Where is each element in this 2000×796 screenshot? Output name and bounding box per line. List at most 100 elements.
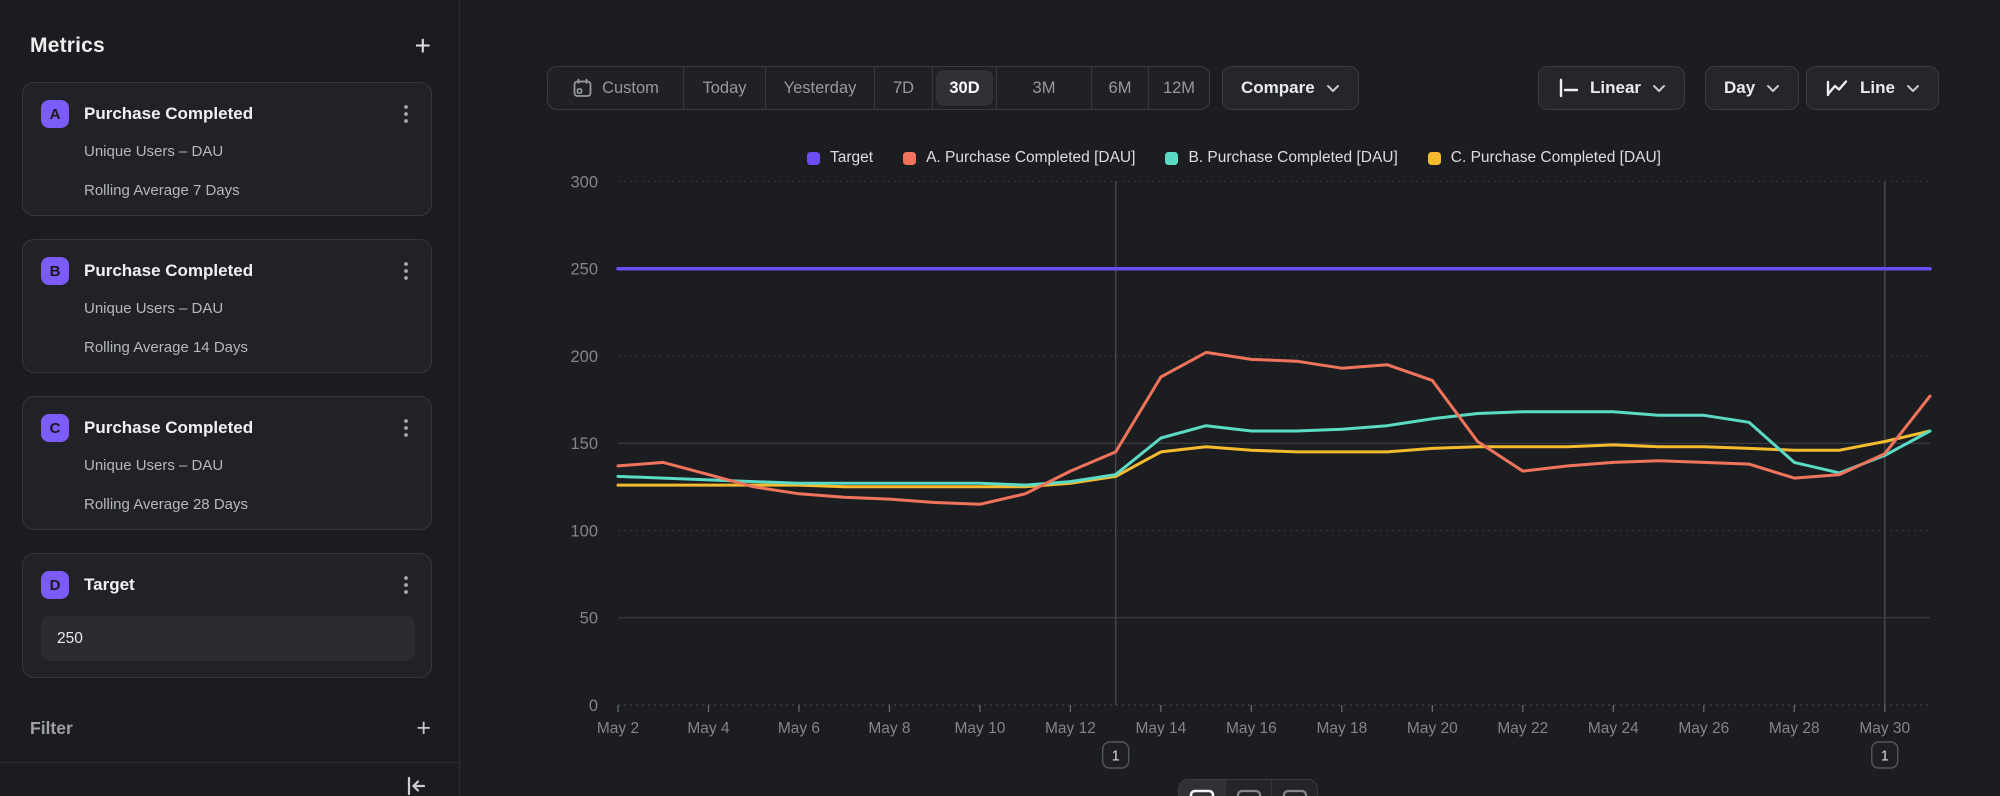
metric-title: Purchase Completed xyxy=(84,418,253,438)
range-option-label: 3M xyxy=(1033,79,1056,98)
interval-selector-button[interactable]: Day xyxy=(1705,66,1799,110)
x-axis-label: May 6 xyxy=(778,720,820,737)
metric-options-button[interactable] xyxy=(399,101,413,127)
date-range-selector: Custom Today Yesterday 7D 30D 3M 6M 12M xyxy=(547,66,1210,110)
svg-text:1: 1 xyxy=(1881,749,1889,765)
compare-label: Compare xyxy=(1241,78,1315,98)
add-metric-button[interactable]: + xyxy=(415,32,431,60)
metric-card-a[interactable]: APurchase CompletedUnique Users – DAURol… xyxy=(22,82,432,216)
chart-view-button[interactable] xyxy=(1179,780,1225,796)
range-option-label: Yesterday xyxy=(784,79,857,98)
metric-badge: B xyxy=(41,257,69,285)
metric-title: Purchase Completed xyxy=(84,261,253,281)
target-value-input[interactable] xyxy=(41,616,415,661)
range-option-3m[interactable]: 3M xyxy=(996,67,1091,109)
metric-title: Target xyxy=(84,575,135,595)
metric-title: Purchase Completed xyxy=(84,104,253,124)
split-view-button[interactable] xyxy=(1271,780,1317,796)
filter-label: Filter xyxy=(30,718,73,739)
metric-card-header: A Purchase Completed xyxy=(41,99,413,129)
chart-type-label: Line xyxy=(1860,78,1895,98)
x-axis-label: May 8 xyxy=(868,720,910,737)
split-view-icon xyxy=(1282,789,1308,796)
table-view-button[interactable] xyxy=(1225,780,1271,796)
y-axis-label: 100 xyxy=(570,522,598,540)
metric-card-header: D Target xyxy=(41,570,413,600)
add-filter-button[interactable]: + xyxy=(416,714,431,742)
kebab-menu-icon xyxy=(403,103,409,125)
sidebar-divider xyxy=(0,762,459,763)
collapse-arrow-icon xyxy=(402,773,428,796)
range-option-custom[interactable]: Custom xyxy=(548,67,683,109)
metric-detail-row: Unique Users – DAU xyxy=(84,300,413,317)
metric-options-button[interactable] xyxy=(399,258,413,284)
chart-type-selector-button[interactable]: Line xyxy=(1806,66,1939,110)
y-axis-label: 50 xyxy=(580,610,598,628)
interval-label: Day xyxy=(1724,78,1755,98)
y-axis-label: 0 xyxy=(589,697,598,715)
metrics-dashboard: Metrics + A Purchase Completed Unique User… xyxy=(0,0,2000,796)
range-option-label: 12M xyxy=(1163,79,1195,98)
view-switcher xyxy=(1178,779,1318,796)
chevron-down-icon xyxy=(1652,84,1666,93)
chart-view-icon xyxy=(1189,789,1215,796)
x-axis-label: May 2 xyxy=(597,720,639,737)
chevron-down-icon xyxy=(1906,84,1920,93)
metric-badge: D xyxy=(41,571,69,599)
range-option-label: 7D xyxy=(893,79,914,98)
scale-selector-button[interactable]: Linear xyxy=(1538,66,1685,110)
y-axis-label: 250 xyxy=(570,261,598,279)
metric-card-b[interactable]: BPurchase CompletedUnique Users – DAURol… xyxy=(22,239,432,373)
metric-card-c[interactable]: C Purchase Completed Unique Users – DAU Rol… xyxy=(22,396,432,530)
compare-button[interactable]: Compare xyxy=(1222,66,1359,110)
chevron-down-icon xyxy=(1326,84,1340,93)
table-view-icon xyxy=(1236,789,1262,796)
metric-detail-row: Unique Users – DAU xyxy=(84,457,413,474)
series-line-a[interactable] xyxy=(618,352,1930,504)
annotation-badge[interactable]: 1 xyxy=(1103,742,1129,768)
range-option-7d[interactable]: 7D xyxy=(874,67,932,109)
metric-card-header: B Purchase Completed xyxy=(41,256,413,286)
metrics-title: Metrics xyxy=(30,34,105,58)
range-option-label: 6M xyxy=(1109,79,1132,98)
plus-icon: + xyxy=(416,714,431,742)
annotation-badge[interactable]: 1 xyxy=(1872,742,1898,768)
metric-card-list: A Purchase Completed Unique Users – DAU Rol… xyxy=(22,82,432,701)
range-option-30d[interactable]: 30D xyxy=(932,67,996,109)
metric-options-button[interactable] xyxy=(399,572,413,598)
sidebar: Metrics + A Purchase Completed Unique User… xyxy=(0,0,460,796)
line-chart: 0 50 100 150 200 250 300 May 2 May 4 May 6 May 8 Ma… xyxy=(460,130,2000,796)
scale-label: Linear xyxy=(1590,78,1641,98)
x-axis-label: May 14 xyxy=(1135,720,1186,737)
series-line-c[interactable] xyxy=(618,431,1930,487)
x-axis-label: May 16 xyxy=(1226,720,1277,737)
metric-detail-row: Rolling Average 28 Days xyxy=(84,496,413,513)
range-option-label: Today xyxy=(702,79,746,98)
range-option-label: 30D xyxy=(949,79,979,98)
range-option-6m[interactable]: 6M xyxy=(1091,67,1148,109)
metric-detail-row: Unique Users – DAU xyxy=(84,143,413,160)
x-axis-label: May 20 xyxy=(1407,720,1458,737)
x-axis-label: May 22 xyxy=(1497,720,1548,737)
x-axis-label: May 24 xyxy=(1588,720,1639,737)
svg-text:1: 1 xyxy=(1112,749,1120,765)
range-option-yesterday[interactable]: Yesterday xyxy=(765,67,874,109)
kebab-menu-icon xyxy=(403,574,409,596)
linear-scale-icon xyxy=(1557,78,1579,98)
collapse-sidebar-button[interactable] xyxy=(398,770,432,796)
x-axis-label: May 10 xyxy=(955,720,1006,737)
metric-badge: C xyxy=(41,414,69,442)
x-axis-label: May 28 xyxy=(1769,720,1820,737)
metrics-header: Metrics + xyxy=(30,30,431,62)
kebab-menu-icon xyxy=(403,260,409,282)
kebab-menu-icon xyxy=(403,417,409,439)
y-axis-label: 200 xyxy=(570,348,598,366)
range-option-today[interactable]: Today xyxy=(683,67,765,109)
x-axis-label: May 4 xyxy=(687,720,730,737)
metric-card-d[interactable]: D Target xyxy=(22,553,432,678)
range-option-12m[interactable]: 12M xyxy=(1148,67,1209,109)
metric-badge: A xyxy=(41,100,69,128)
y-axis-label: 150 xyxy=(570,435,598,453)
y-axis-label: 300 xyxy=(570,173,598,191)
metric-options-button[interactable] xyxy=(399,415,413,441)
